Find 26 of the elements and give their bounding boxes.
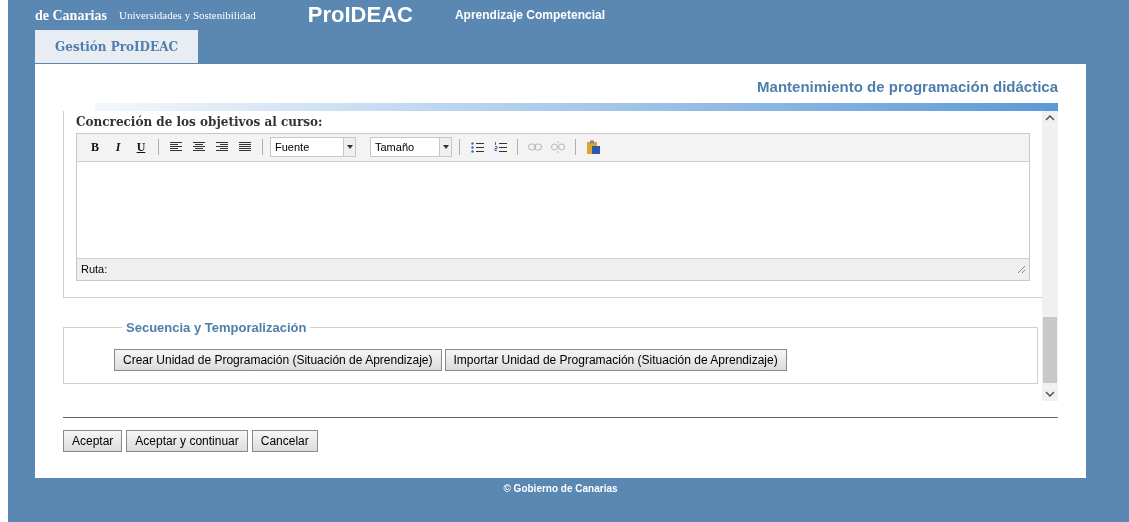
field-label: Concreción de los objetivos al curso: [76, 113, 324, 131]
path-label: Ruta: [81, 261, 108, 277]
org-name: de Canarias [35, 6, 107, 25]
app-subtitle: Aprendizaje Competencial [454, 7, 605, 24]
bold-button[interactable]: B [85, 137, 105, 157]
app-logo-text: ProIDEAC [307, 4, 413, 26]
scroll-up-icon [1045, 114, 1055, 121]
scroll-thumb [1043, 316, 1057, 383]
italic-button[interactable]: I [108, 137, 128, 157]
section-legend: Secuencia y Temporalización [122, 317, 311, 337]
scroll-down-icon [1045, 390, 1055, 397]
department-name: Universidades y Sostenibilidad [118, 7, 256, 23]
form-button[interactable]: Cancelar [251, 429, 318, 452]
caret-icon [346, 145, 353, 149]
form-button[interactable]: Aceptar y continuar [126, 429, 248, 452]
caret-icon [442, 145, 449, 149]
action-button[interactable]: Importar Unidad de Programación (Situación de Aprendizaje) [444, 349, 787, 371]
form-button[interactable]: Aceptar [63, 429, 123, 452]
footer-text: © Gobierno de Canarias [502, 482, 619, 496]
nav-tab[interactable]: Gestión ProIDEAC [35, 30, 199, 63]
action-button[interactable]: Crear Unidad de Programación (Situación de Aprendizaje) [114, 349, 442, 371]
underline-button[interactable]: U [131, 137, 151, 157]
page-title: Mantenimiento de programación didáctica [757, 77, 1058, 97]
font-select[interactable]: Fuente [270, 137, 356, 157]
size-select[interactable]: Tamaño [370, 137, 452, 157]
resize-grip-icon [1017, 265, 1025, 273]
